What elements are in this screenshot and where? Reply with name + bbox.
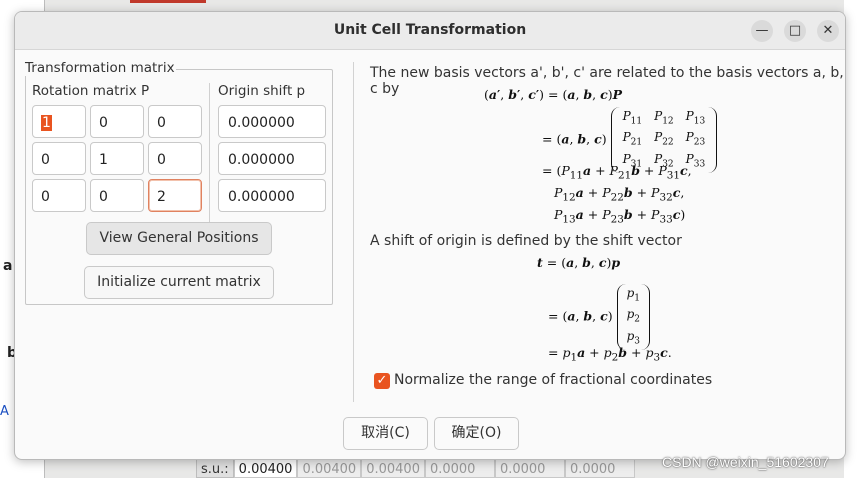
- transformation-matrix-title: Transformation matrix: [24, 60, 176, 76]
- unit-cell-transformation-dialog: Unit Cell Transformation — □ ✕ Transform…: [14, 11, 846, 460]
- su-cell[interactable]: 0.0000: [494, 459, 565, 478]
- maximize-icon[interactable]: □: [784, 20, 806, 42]
- background-su-row: s.u.: 0.00400 0.00400 0.00400 0.0000 0.0…: [196, 459, 635, 478]
- checkmark-icon: ✓: [376, 373, 388, 388]
- matrix-cell-p21[interactable]: 0: [32, 142, 86, 175]
- matrix-separator: [209, 83, 210, 236]
- origin-shift-p1[interactable]: 0.000000: [218, 105, 326, 138]
- matrix-cell-p12[interactable]: 0: [90, 105, 144, 138]
- normalize-label[interactable]: Normalize the range of fractional coordi…: [394, 372, 712, 388]
- close-icon[interactable]: ✕: [817, 20, 839, 42]
- cancel-button[interactable]: 取消(C): [343, 417, 428, 450]
- background-label-a: a: [3, 258, 13, 274]
- dialog-titlebar[interactable]: Unit Cell Transformation — □ ✕: [15, 12, 845, 50]
- su-cell[interactable]: 0.0000: [424, 459, 495, 478]
- formula-basis-expanded-3: P13a + P23b + P33c): [554, 207, 686, 226]
- initialize-current-matrix-button[interactable]: Initialize current matrix: [84, 266, 274, 299]
- su-cell[interactable]: 0.0000: [564, 459, 635, 478]
- matrix-cell-p22[interactable]: 1: [90, 142, 144, 175]
- origin-shift-p3[interactable]: 0.000000: [218, 179, 326, 212]
- formula-shift-matrix: = (a, b, c) p1 p2 p3: [548, 284, 650, 351]
- dialog-title: Unit Cell Transformation: [333, 22, 527, 38]
- origin-shift-label: Origin shift p: [218, 83, 306, 99]
- origin-shift-p2[interactable]: 0.000000: [218, 142, 326, 175]
- su-label: s.u.:: [196, 459, 234, 478]
- shift-description: A shift of origin is defined by the shif…: [370, 233, 682, 249]
- matrix-cell-p31[interactable]: 0: [32, 179, 86, 212]
- view-general-positions-button[interactable]: View General Positions: [86, 222, 272, 255]
- su-cell[interactable]: 0.00400: [233, 459, 298, 478]
- formula-basis-expanded-2: P12a + P22b + P32c,: [554, 185, 685, 204]
- matrix-cell-p13[interactable]: 0: [148, 105, 202, 138]
- matrix-cell-p23[interactable]: 0: [148, 142, 202, 175]
- formula-basis-expanded-1: = (P11a + P21b + P31c,: [542, 163, 692, 182]
- watermark-text: CSDN @weixin_51602307: [662, 454, 829, 470]
- background-label-A: A: [0, 404, 9, 419]
- normalize-checkbox[interactable]: ✓: [374, 373, 390, 389]
- formula-shift-definition: t = (a, b, c)p: [537, 255, 621, 270]
- formula-shift-expanded: = p1a + p2b + p3c.: [548, 345, 672, 364]
- matrix-cell-p11[interactable]: 1: [32, 105, 86, 138]
- minimize-icon[interactable]: —: [751, 20, 773, 42]
- su-cell[interactable]: 0.00400: [297, 459, 362, 478]
- panel-divider: [353, 62, 354, 402]
- rotation-matrix-label: Rotation matrix P: [32, 83, 150, 99]
- background-tab-indicator: [130, 0, 206, 3]
- ok-button[interactable]: 确定(O): [434, 417, 519, 450]
- su-cell[interactable]: 0.00400: [361, 459, 425, 478]
- matrix-cell-p32[interactable]: 0: [90, 179, 144, 212]
- matrix-cell-p33[interactable]: 2: [148, 179, 202, 212]
- formula-basis-definition: (a′, b′, c′) = (a, b, c)P: [484, 87, 623, 102]
- formula-p-vector: p1 p2 p3: [616, 284, 650, 351]
